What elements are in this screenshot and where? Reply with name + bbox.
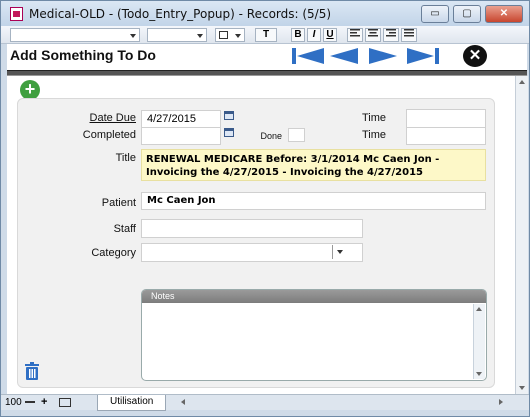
bold-button[interactable]: B — [291, 28, 305, 42]
date-due-label: Date Due — [89, 112, 136, 124]
border-style-select[interactable] — [215, 28, 245, 42]
scroll-left-icon[interactable] — [181, 399, 185, 405]
window-title: Medical-OLD - (Todo_Entry_Popup) - Recor… — [29, 7, 332, 21]
align-right-icon — [386, 29, 396, 37]
category-label: Category — [91, 247, 136, 259]
chevron-down-icon — [130, 34, 136, 38]
notes-field[interactable] — [144, 305, 472, 378]
chevron-down-icon[interactable] — [332, 245, 356, 259]
zoom-level[interactable]: 100 — [5, 397, 22, 408]
text-tool-button[interactable]: T — [255, 28, 277, 42]
time-field[interactable] — [406, 109, 486, 128]
patient-label: Patient — [101, 197, 136, 209]
zoom-out-icon[interactable] — [25, 401, 35, 403]
form-panel: Date Due 4/27/2015 Time Completed Done T… — [17, 98, 495, 388]
first-record-icon[interactable] — [290, 46, 326, 66]
calendar-icon[interactable] — [224, 111, 234, 120]
trash-icon[interactable] — [23, 362, 41, 380]
title-label: Title — [115, 152, 136, 164]
align-left-icon — [350, 29, 360, 37]
font-size-select[interactable] — [147, 28, 207, 42]
date-due-field[interactable]: 4/27/2015 — [141, 110, 221, 128]
form-header: Add Something To Do ✕ — [7, 44, 527, 70]
done-label: Done — [260, 131, 282, 141]
align-right-button[interactable] — [383, 28, 399, 42]
page-title: Add Something To Do — [10, 47, 156, 63]
maximize-button[interactable]: ▢ — [453, 5, 481, 23]
title-field[interactable]: RENEWAL MEDICARE Before: 3/1/2014 Mc Cae… — [141, 149, 486, 181]
close-form-icon[interactable]: ✕ — [463, 45, 487, 67]
italic-button[interactable]: I — [307, 28, 321, 42]
layout-mode-icon[interactable] — [59, 398, 71, 407]
justify-button[interactable] — [401, 28, 417, 42]
time-label-2: Time — [361, 129, 386, 141]
border-icon — [219, 31, 228, 39]
form-content: + Date Due 4/27/2015 Time Completed Done… — [7, 76, 527, 394]
status-bar: 100 + Utilisation — [1, 394, 529, 411]
align-center-icon — [368, 29, 378, 37]
chevron-down-icon — [235, 34, 241, 38]
format-toolbar: T B I U — [1, 26, 529, 44]
completed-label: Completed — [82, 129, 136, 141]
staff-field[interactable] — [141, 219, 363, 238]
last-record-icon[interactable] — [405, 46, 441, 66]
justify-icon — [404, 29, 414, 37]
window-scrollbar[interactable] — [515, 76, 528, 394]
underline-button[interactable]: U — [323, 28, 337, 42]
title-bar: Medical-OLD - (Todo_Entry_Popup) - Recor… — [1, 1, 529, 26]
time-label: Time — [361, 112, 386, 124]
font-select[interactable] — [10, 28, 140, 42]
patient-field[interactable]: Mc Caen Jon — [141, 192, 486, 210]
calendar-icon[interactable] — [224, 128, 234, 137]
notes-label: Notes — [142, 290, 486, 303]
add-icon[interactable]: + — [20, 80, 40, 100]
minimize-button[interactable]: ▭ — [421, 5, 449, 23]
time-field-2[interactable] — [406, 127, 486, 145]
app-window: Medical-OLD - (Todo_Entry_Popup) - Recor… — [0, 0, 530, 417]
completed-field[interactable] — [141, 127, 221, 145]
close-window-button[interactable]: ✕ — [485, 5, 523, 23]
tab-utilisation[interactable]: Utilisation — [97, 395, 167, 411]
align-center-button[interactable] — [365, 28, 381, 42]
zoom-in-icon[interactable]: + — [41, 396, 47, 408]
chevron-down-icon — [197, 34, 203, 38]
app-icon — [10, 7, 23, 21]
notes-panel: Notes — [141, 289, 487, 381]
done-checkbox[interactable] — [288, 128, 305, 142]
next-record-icon[interactable] — [367, 46, 399, 66]
category-select[interactable] — [141, 243, 363, 262]
previous-record-icon[interactable] — [328, 46, 360, 66]
staff-label: Staff — [113, 223, 136, 235]
scroll-right-icon[interactable] — [499, 399, 503, 405]
notes-scrollbar[interactable] — [473, 304, 485, 379]
align-left-button[interactable] — [347, 28, 363, 42]
